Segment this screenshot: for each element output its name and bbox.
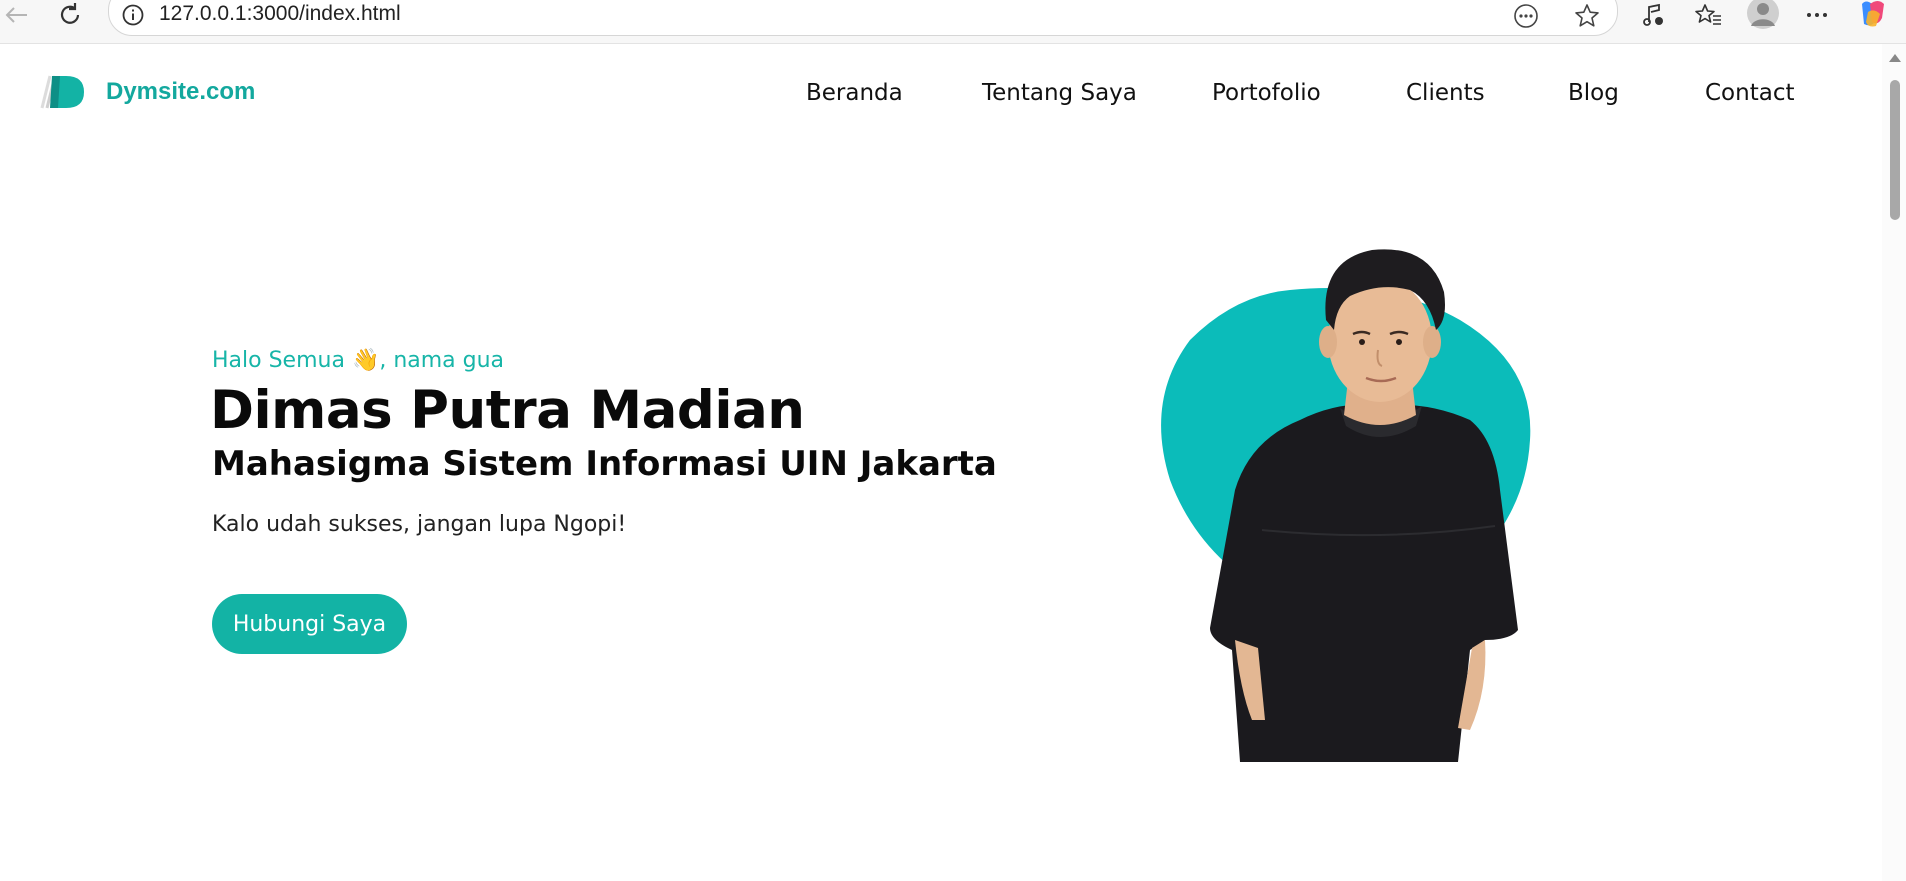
reload-icon (60, 3, 80, 24)
nav-tentang-saya[interactable]: Tentang Saya (982, 80, 1137, 106)
site-header: Dymsite.com Beranda Tentang Saya Portofo… (0, 44, 1882, 144)
url-text[interactable]: 127.0.0.1:3000/index.html (159, 2, 401, 26)
main-navigation: Beranda Tentang Saya Portofolio Clients … (0, 80, 1882, 110)
nav-beranda[interactable]: Beranda (806, 80, 903, 106)
nav-portofolio[interactable]: Portofolio (1212, 80, 1321, 106)
hero-portrait-image (1161, 249, 1531, 762)
favorite-star-icon[interactable] (1573, 2, 1601, 35)
reload-button[interactable] (50, 0, 90, 30)
nav-clients[interactable]: Clients (1406, 80, 1485, 106)
profile-avatar-icon[interactable] (1746, 0, 1780, 30)
hero-greeting: Halo Semua 👋, nama gua (212, 348, 505, 373)
media-control-icon[interactable] (1640, 0, 1666, 30)
hero-role: Mahasigma Sistem Informasi UIN Jakarta (212, 444, 997, 484)
back-arrow-icon (5, 7, 27, 23)
contact-me-button[interactable]: Hubungi Saya (212, 594, 407, 654)
settings-more-icon[interactable] (1804, 0, 1830, 30)
site-info-icon[interactable] (121, 3, 145, 32)
back-button[interactable] (0, 0, 36, 30)
hero-tagline: Kalo udah sukses, jangan lupa Ngopi! (212, 512, 627, 537)
favorites-icon[interactable] (1694, 0, 1722, 30)
address-bar[interactable]: 127.0.0.1:3000/index.html (108, 0, 1618, 36)
page-scrollbar[interactable] (1882, 44, 1906, 881)
hero-name: Dimas Putra Madian (210, 380, 805, 441)
scroll-up-arrow-icon[interactable] (1889, 54, 1901, 62)
copilot-icon[interactable] (1856, 0, 1890, 30)
more-page-options-icon[interactable] (1513, 3, 1539, 34)
browser-toolbar: 127.0.0.1:3000/index.html (0, 0, 1906, 44)
nav-contact[interactable]: Contact (1705, 80, 1794, 106)
nav-blog[interactable]: Blog (1568, 80, 1619, 106)
scroll-thumb[interactable] (1890, 80, 1900, 220)
